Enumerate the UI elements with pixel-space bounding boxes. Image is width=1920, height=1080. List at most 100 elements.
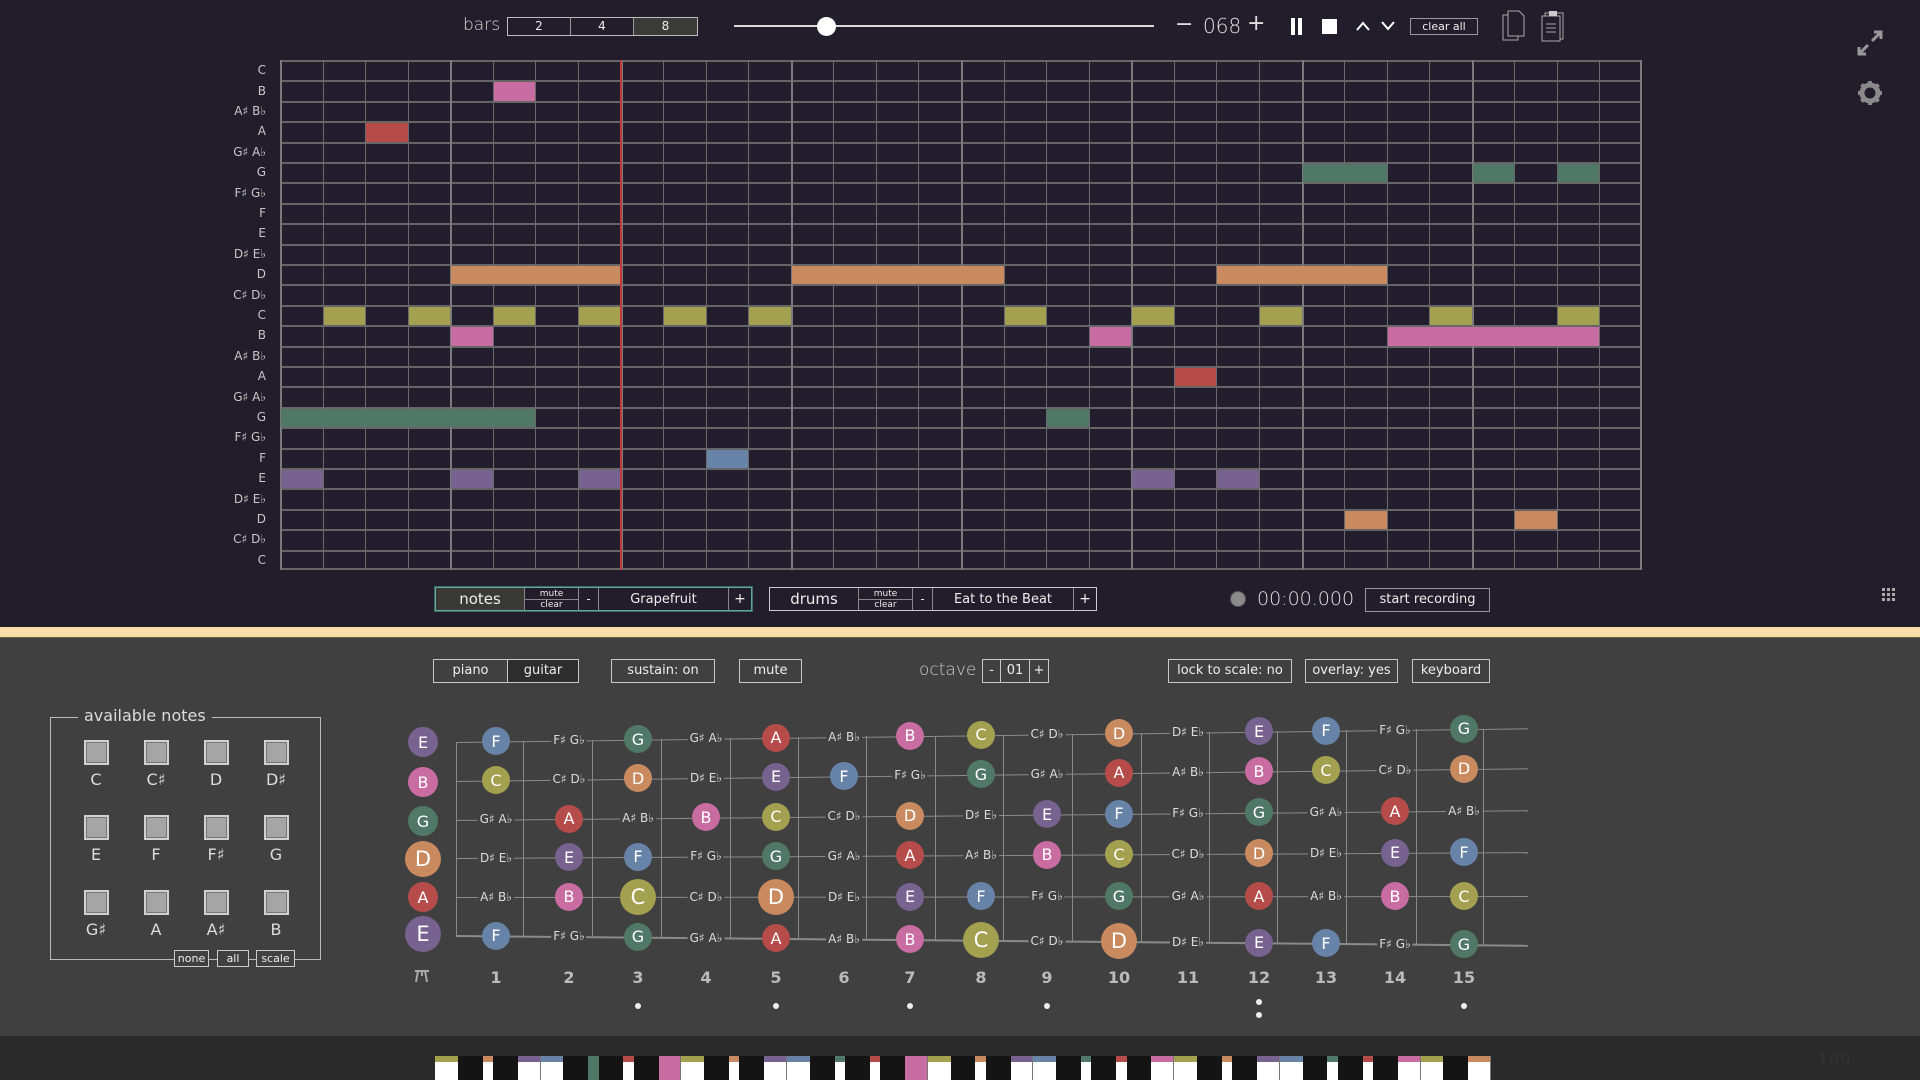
note-block-a[interactable] bbox=[1174, 368, 1217, 387]
fret-note[interactable]: A bbox=[1105, 758, 1133, 787]
fret-note-label[interactable]: F♯ G♭ bbox=[688, 849, 724, 864]
fret-note[interactable]: E bbox=[555, 843, 583, 872]
fret-note[interactable]: G bbox=[967, 760, 995, 789]
note-checkbox[interactable] bbox=[144, 740, 169, 765]
fret-note[interactable]: D bbox=[1105, 719, 1133, 748]
fret-note[interactable]: A bbox=[896, 841, 924, 870]
fret-note-label[interactable]: G♯ A♭ bbox=[825, 848, 863, 863]
fret-note[interactable]: B bbox=[1245, 757, 1273, 786]
stop-icon[interactable] bbox=[1322, 19, 1337, 34]
piano-key-sharp[interactable] bbox=[950, 1056, 976, 1080]
fret-note[interactable]: F bbox=[830, 762, 858, 791]
fret-note-label[interactable]: D♯ E♭ bbox=[687, 770, 725, 785]
piano-key-sharp[interactable] bbox=[1337, 1056, 1363, 1080]
fret-note[interactable]: D bbox=[624, 764, 652, 793]
notes-track-tab[interactable]: notes bbox=[436, 588, 525, 610]
piano-key-sharp[interactable] bbox=[1302, 1056, 1328, 1080]
bars-option-2[interactable]: 2 bbox=[508, 18, 571, 35]
drums-track-tab[interactable]: drums bbox=[770, 588, 859, 610]
fret-note[interactable]: F bbox=[1105, 799, 1133, 828]
fret-note-label[interactable]: A♯ B♭ bbox=[620, 811, 656, 826]
fret-note-label[interactable]: G♯ A♭ bbox=[687, 930, 725, 945]
clear-all-button[interactable]: clear all bbox=[1410, 18, 1478, 35]
note-checkbox[interactable] bbox=[144, 890, 169, 915]
tempo-slider-track[interactable] bbox=[734, 25, 1154, 27]
fret-note[interactable]: F bbox=[967, 882, 995, 911]
open-string-note[interactable]: E bbox=[405, 916, 441, 952]
fret-note[interactable]: F bbox=[482, 727, 510, 756]
note-block-c[interactable] bbox=[493, 306, 536, 326]
fret-note-label[interactable]: D♯ E♭ bbox=[1169, 725, 1207, 740]
fret-note[interactable]: F bbox=[1312, 716, 1340, 745]
note-block-g[interactable] bbox=[1557, 164, 1600, 183]
fret-note[interactable]: A bbox=[762, 723, 790, 752]
bars-option-4[interactable]: 4 bbox=[571, 18, 634, 35]
select-none-button[interactable]: none bbox=[174, 950, 209, 967]
fret-note[interactable]: F bbox=[624, 842, 652, 871]
select-scale-button[interactable]: scale bbox=[256, 950, 295, 967]
paste-icon[interactable] bbox=[1541, 10, 1565, 42]
note-checkbox[interactable] bbox=[84, 740, 109, 765]
fret-note[interactable]: B bbox=[896, 721, 924, 750]
piano-key-sharp[interactable] bbox=[1056, 1056, 1081, 1080]
fret-note[interactable]: G bbox=[1450, 714, 1478, 743]
fret-note[interactable]: C bbox=[1312, 756, 1340, 785]
fret-note-label[interactable]: D♯ E♭ bbox=[825, 889, 863, 904]
piano-key-sharp[interactable] bbox=[563, 1056, 589, 1080]
notes-prev-song-button[interactable]: - bbox=[579, 588, 599, 610]
piano-key-sharp[interactable] bbox=[598, 1056, 624, 1080]
note-block-c[interactable] bbox=[323, 306, 366, 326]
grid-menu-icon[interactable] bbox=[1882, 588, 1895, 601]
pause-icon[interactable] bbox=[1291, 18, 1304, 35]
fret-note[interactable]: A bbox=[555, 804, 583, 833]
start-recording-button[interactable]: start recording bbox=[1365, 588, 1490, 612]
fret-note-label[interactable]: C♯ D♭ bbox=[1028, 727, 1066, 742]
piano-key-sharp[interactable] bbox=[1443, 1056, 1469, 1080]
note-checkbox[interactable] bbox=[204, 740, 229, 765]
select-all-button[interactable]: all bbox=[217, 950, 249, 967]
piano-key-sharp[interactable] bbox=[633, 1056, 659, 1080]
fret-note-label[interactable]: A♯ B♭ bbox=[1308, 889, 1344, 904]
note-block-d[interactable] bbox=[451, 266, 621, 285]
piano-key-sharp[interactable] bbox=[493, 1056, 518, 1080]
note-block-e[interactable] bbox=[281, 470, 323, 489]
note-block-c[interactable] bbox=[1259, 306, 1302, 326]
open-string-note[interactable]: E bbox=[408, 727, 438, 757]
note-block-c[interactable] bbox=[749, 306, 791, 326]
fret-note[interactable]: E bbox=[1245, 928, 1273, 957]
notes-next-song-button[interactable]: + bbox=[729, 588, 751, 610]
fret-note-label[interactable]: D♯ E♭ bbox=[477, 850, 515, 865]
note-block-d[interactable] bbox=[1345, 510, 1387, 530]
playhead[interactable] bbox=[619, 60, 622, 570]
fret-note[interactable]: G bbox=[1450, 930, 1478, 959]
fret-note[interactable]: E bbox=[762, 762, 790, 791]
drums-mute-button[interactable]: mute bbox=[859, 589, 912, 600]
note-block-a[interactable] bbox=[366, 123, 408, 142]
fret-note-label[interactable]: A♯ B♭ bbox=[826, 729, 862, 744]
note-checkbox[interactable] bbox=[264, 740, 289, 765]
note-block-c[interactable] bbox=[578, 306, 621, 326]
fret-note[interactable]: E bbox=[1033, 800, 1061, 829]
overlay-toggle[interactable]: overlay: yes bbox=[1305, 659, 1398, 683]
note-block-g[interactable] bbox=[1047, 408, 1089, 428]
piano-key-sharp[interactable] bbox=[880, 1056, 905, 1080]
fret-note-label[interactable]: F♯ G♭ bbox=[551, 733, 587, 748]
fret-note[interactable]: D bbox=[1245, 839, 1273, 868]
note-block-g[interactable] bbox=[1302, 164, 1387, 183]
fret-note-label[interactable]: C♯ D♭ bbox=[1169, 846, 1207, 861]
fret-note-label[interactable]: C♯ D♭ bbox=[1376, 762, 1414, 777]
note-block-c[interactable] bbox=[1557, 306, 1600, 326]
fret-note-label[interactable]: G♯ A♭ bbox=[687, 731, 725, 746]
note-block-d[interactable] bbox=[1515, 510, 1557, 530]
octave-increase-button[interactable]: + bbox=[1030, 659, 1049, 683]
notes-clear-button[interactable]: clear bbox=[525, 600, 578, 610]
note-checkbox[interactable] bbox=[204, 890, 229, 915]
lock-to-scale-toggle[interactable]: lock to scale: no bbox=[1168, 659, 1292, 683]
note-block-b[interactable] bbox=[1089, 327, 1132, 346]
fret-note[interactable]: F bbox=[482, 921, 510, 950]
piano-key-sharp[interactable] bbox=[1091, 1056, 1117, 1080]
octave-decrease-button[interactable]: - bbox=[982, 659, 1001, 683]
fret-note-label[interactable]: G♯ A♭ bbox=[1169, 889, 1207, 904]
fret-note-label[interactable]: D♯ E♭ bbox=[1307, 846, 1345, 861]
fret-note[interactable]: A bbox=[762, 924, 790, 953]
